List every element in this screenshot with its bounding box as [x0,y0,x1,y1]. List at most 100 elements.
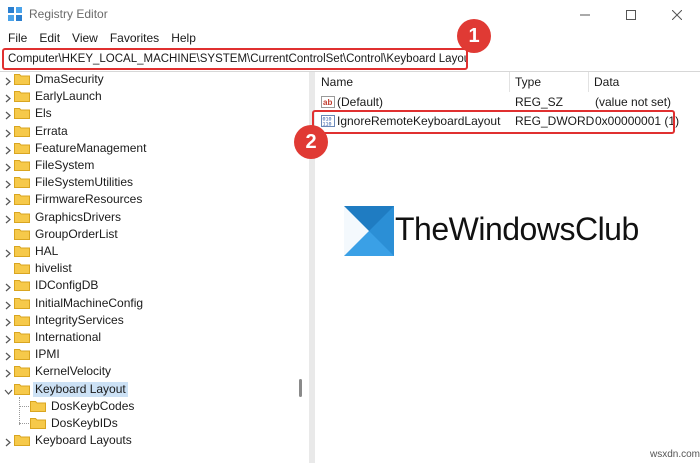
tree-item[interactable]: Keyboard Layouts [0,432,292,449]
tree-item[interactable]: FileSystemUtilities [0,174,292,191]
tree-item[interactable]: IPMI [0,346,292,363]
value-data: (value not set) [595,95,672,109]
tree-item[interactable]: DosKeybIDs [0,415,292,432]
scrollbar-thumb[interactable] [299,379,302,397]
folder-icon [14,176,30,189]
tree-item-label: International [35,330,102,344]
tree-item[interactable]: IDConfigDB [0,277,292,294]
tree-connector [19,405,29,407]
watermark-text: TheWindowsClub [395,211,639,247]
minimize-icon [580,14,590,16]
column-header-type[interactable]: Type [509,72,588,92]
footer-watermark: wsxdn.com [650,449,700,460]
minimize-button[interactable] [562,0,608,30]
folder-icon [14,90,30,103]
chevron-right-icon[interactable] [4,247,12,258]
folder-icon [14,211,30,223]
chevron-down-icon[interactable] [4,385,13,395]
tree-item[interactable]: DmaSecurity [0,72,292,88]
folder-icon [14,434,30,447]
chevron-right-icon[interactable] [4,281,12,292]
chevron-right-icon[interactable] [4,350,12,361]
tree-item[interactable]: hivelist [0,260,292,277]
tree-item[interactable]: FirmwareResources [0,191,292,208]
tree-item[interactable]: GroupOrderList [0,226,292,243]
maximize-icon [626,10,636,20]
chevron-right-icon[interactable] [4,161,12,172]
folder-icon [14,314,30,326]
tree-item[interactable]: International [0,329,292,346]
menu-bar: File Edit View Favorites Help [0,30,700,46]
highlight-box [312,110,675,134]
chevron-right-icon[interactable] [4,144,12,155]
svg-text:ab: ab [323,98,332,107]
value-type: REG_SZ [515,95,564,109]
windows-logo-icon [344,206,394,256]
chevron-right-icon[interactable] [4,195,12,206]
tree-item-label: Keyboard Layout [33,381,128,397]
chevron-right-icon[interactable] [4,178,12,189]
chevron-right-icon[interactable] [4,127,12,138]
tree-item-label: FileSystemUtilities [35,175,134,190]
folder-icon [14,107,30,120]
tree-item[interactable]: FileSystem [0,157,292,174]
tree-item[interactable]: Els [0,105,292,122]
chevron-right-icon[interactable] [4,299,12,310]
folder-icon [14,245,30,257]
tree-item[interactable]: InitialMachineConfig [0,295,292,312]
tree-item[interactable]: HAL [0,243,292,260]
tree-connector [19,396,20,426]
tree-item[interactable]: Keyboard Layout [0,381,292,398]
title-bar: Registry Editor [0,0,700,30]
tree-connector [19,423,29,424]
close-button[interactable] [654,0,700,30]
tree-item-label: IntegrityServices [35,312,124,327]
string-value-icon: ab [321,96,335,108]
tree-item[interactable]: FeatureManagement [0,140,292,157]
tree-item-label: GraphicsDrivers [35,209,122,224]
tree-item[interactable]: DosKeybCodes [0,398,292,415]
chevron-right-icon[interactable] [4,316,12,327]
tree-item-label: DosKeybCodes [51,398,135,413]
folder-icon [14,331,30,343]
tree-item[interactable]: EarlyLaunch [0,88,292,105]
tree-item[interactable]: IntegrityServices [0,312,292,329]
tree-item-label: hivelist [35,261,72,276]
tree-item-label: HAL [35,244,59,258]
folder-icon [14,73,30,85]
folder-icon [14,262,30,275]
tree-item-label: FileSystem [35,158,95,172]
address-bar[interactable]: Computer\HKEY_LOCAL_MACHINE\SYSTEM\Curre… [2,48,468,70]
chevron-right-icon[interactable] [4,109,12,120]
tree-item[interactable]: GraphicsDrivers [0,209,292,226]
chevron-right-icon[interactable] [4,75,12,86]
folder-icon [30,400,46,412]
menu-file[interactable]: File [0,30,33,46]
folder-icon [14,159,30,171]
step-badge-2: 2 [294,125,328,159]
chevron-right-icon[interactable] [4,92,12,103]
tree-item-label: FirmwareResources [35,192,143,207]
tree-item-label: EarlyLaunch [35,89,102,104]
menu-view[interactable]: View [66,30,104,46]
maximize-button[interactable] [608,0,654,30]
folder-icon [14,193,30,206]
tree-item-label: IPMI [35,347,60,362]
chevron-right-icon[interactable] [4,436,12,447]
menu-favorites[interactable]: Favorites [104,30,165,46]
tree-item-label: KernelVelocity [35,364,112,379]
chevron-right-icon[interactable] [4,213,12,224]
column-header-data[interactable]: Data [588,72,700,92]
close-icon [672,10,682,20]
tree-item[interactable]: KernelVelocity [0,363,292,380]
tree-item-label: Els [35,106,52,121]
folder-icon [14,383,30,395]
menu-edit[interactable]: Edit [33,30,66,46]
chevron-right-icon[interactable] [4,333,12,344]
folder-icon [14,348,30,361]
menu-help[interactable]: Help [165,30,202,46]
value-row[interactable]: ab (Default) REG_SZ (value not set) [315,93,700,111]
chevron-right-icon[interactable] [4,367,12,378]
column-header-name[interactable]: Name [315,72,509,92]
tree-item[interactable]: Errata [0,123,292,140]
